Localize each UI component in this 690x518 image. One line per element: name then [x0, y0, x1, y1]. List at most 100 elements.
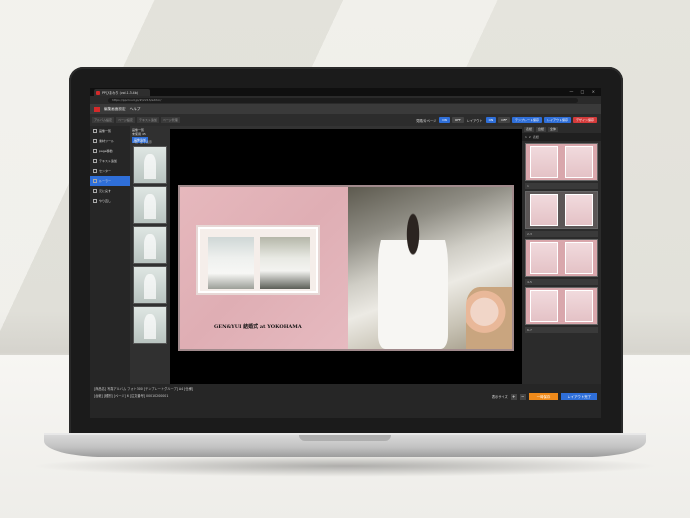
layout-save-button[interactable]: レイアウト保存: [543, 117, 571, 123]
tool-image-list[interactable]: 画像一覧: [90, 126, 130, 136]
album-spread[interactable]: GEN&YUI 結婚式 at YOKOHAMA: [178, 185, 514, 351]
page-panel-tabs: 表紙 台紙 全体: [522, 126, 601, 133]
zoom-label: 表示サイズ: [491, 395, 508, 399]
page-label: 1: [525, 183, 598, 189]
menu-item-help[interactable]: ヘルプ: [130, 107, 141, 112]
photo-slot-right[interactable]: [260, 237, 310, 289]
list-item[interactable]: [133, 306, 167, 344]
tab-mount[interactable]: 台紙: [536, 127, 547, 132]
bride-photo: [378, 209, 448, 349]
flower-bouquet: [466, 287, 512, 349]
image-icon: [93, 129, 97, 133]
zoom-in-button[interactable]: +: [510, 393, 517, 400]
tool-undo[interactable]: 元に戻す: [90, 186, 130, 196]
album-right-page[interactable]: [348, 187, 512, 349]
editor-toolbar: アルバム設定 ページ設定 テキスト追加 ページ管理 見開/片ページ ON OFF…: [90, 114, 601, 126]
album-left-page[interactable]: GEN&YUI 結婚式 at YOKOHAMA: [180, 187, 348, 349]
browser-tab[interactable]: PPひまわり (vol.1.3.4b): [94, 89, 150, 96]
tab-cover[interactable]: 表紙: [524, 127, 535, 132]
page-bar-item[interactable]: 1: [525, 135, 527, 139]
zoom-out-button[interactable]: −: [519, 393, 526, 400]
page-thumb[interactable]: [525, 287, 598, 325]
tab-add-text[interactable]: テキスト追加: [136, 117, 159, 123]
page-bar-item[interactable]: 表紙: [533, 135, 539, 139]
url-field[interactable]: https://ppcloud.jp/#/2213/editor/: [108, 97, 578, 103]
thumb-filters: 1枚 全て表示: [130, 140, 170, 144]
tool-ruler[interactable]: ルーラー: [90, 176, 130, 186]
page-label: 2-3: [525, 231, 598, 237]
status-actions: 表示サイズ + − 一時保存 レイアウト完了: [492, 393, 597, 400]
undo-icon: [93, 189, 97, 193]
toolbar-tabs: アルバム設定 ページ設定 テキスト追加 ページ管理: [92, 117, 180, 123]
temp-save-button[interactable]: 一時保存: [528, 393, 559, 400]
view-off-toggle[interactable]: OFF: [451, 117, 464, 123]
address-bar: https://ppcloud.jp/#/2213/editor/: [90, 96, 601, 104]
page-preview: [565, 242, 594, 274]
favicon-icon: [96, 90, 100, 95]
page-panel-bar: 1 2 表紙: [522, 133, 601, 141]
page-preview: [529, 146, 558, 178]
tool-material[interactable]: 素材ツール: [90, 136, 130, 146]
tab-album-settings[interactable]: アルバム設定: [92, 117, 114, 123]
tab-page-manage[interactable]: ページ管理: [160, 117, 180, 123]
list-item[interactable]: [133, 146, 167, 184]
status-product-info: [商品名] 写真アルバム フォト300 [テンプレートグループ] A4 [仕様]: [94, 387, 193, 391]
ruler-icon: [93, 179, 97, 183]
design-save-button[interactable]: デザイン保存: [572, 117, 597, 123]
material-icon: [93, 139, 97, 143]
move-icon: [93, 149, 97, 153]
layout-on-toggle[interactable]: ON: [485, 117, 497, 123]
app-logo-icon: [94, 106, 100, 112]
base-notch: [299, 435, 391, 441]
menu-item-settings[interactable]: 編集画面設定: [104, 107, 126, 112]
page-list-panel: 表紙 台紙 全体 1 2 表紙 1 2-3 4-5 6-7: [522, 126, 601, 384]
thumb-panel-header: 画像一覧 未使用 45 画像追加: [130, 126, 170, 143]
app-menubar: 編集画面設定 ヘルプ: [90, 104, 601, 114]
page-thumb[interactable]: [525, 191, 598, 229]
page-preview: [565, 290, 594, 322]
filter-all[interactable]: 全て表示: [140, 140, 152, 144]
page-label: 6-7: [525, 327, 598, 333]
tool-add-text[interactable]: テキスト追加: [90, 156, 130, 166]
layout-complete-button[interactable]: レイアウト完了: [561, 393, 597, 400]
page-preview: [529, 194, 558, 226]
status-bar: [商品名] 写真アルバム フォト300 [テンプレートグループ] A4 [仕様]…: [90, 384, 601, 418]
view-mode-label: 見開/片ページ: [416, 118, 437, 123]
layout-label: レイアウト: [466, 118, 483, 123]
list-item[interactable]: [133, 266, 167, 304]
text-icon: [93, 159, 97, 163]
redo-icon: [93, 199, 97, 203]
laptop-base: [44, 435, 646, 457]
image-thumbnail-panel: 画像一覧 未使用 45 画像追加 1枚 全て表示: [130, 126, 170, 384]
photo-slot-left[interactable]: [208, 237, 254, 289]
tool-page-move[interactable]: page移動: [90, 146, 130, 156]
page-label: 4-5: [525, 279, 598, 285]
laptop-shadow: [30, 455, 660, 477]
template-save-button[interactable]: テンプレート保存: [512, 117, 542, 123]
thumb-unused-count: 未使用 45: [132, 132, 146, 136]
page-thumb[interactable]: [525, 239, 598, 277]
page-thumb[interactable]: [525, 143, 598, 181]
center-icon: [93, 169, 97, 173]
filter-single[interactable]: 1枚: [133, 140, 138, 144]
tab-page-settings[interactable]: ページ設定: [115, 117, 135, 123]
page-preview: [565, 194, 594, 226]
page-preview: [529, 242, 558, 274]
browser-tab-bar: PPひまわり (vol.1.3.4b) — □ ×: [90, 88, 601, 96]
layout-off-toggle[interactable]: OFF: [498, 117, 511, 123]
toolbar-right: 見開/片ページ ON OFF レイアウト ON OFF テンプレート保存 レイア…: [415, 117, 597, 123]
page-bar-item[interactable]: 2: [529, 135, 531, 139]
tab-all[interactable]: 全体: [548, 127, 559, 132]
list-item[interactable]: [133, 226, 167, 264]
tool-center[interactable]: センター: [90, 166, 130, 176]
window-controls[interactable]: — □ ×: [569, 89, 598, 94]
page-preview: [565, 146, 594, 178]
page-preview: [529, 290, 558, 322]
view-on-toggle[interactable]: ON: [439, 117, 450, 123]
left-tool-panel: 画像一覧 素材ツール page移動 テキスト追加 センター ルーラー 元に戻す …: [90, 126, 130, 384]
tool-redo[interactable]: やり直し: [90, 196, 130, 206]
canvas-ruler: [170, 126, 522, 129]
list-item[interactable]: [133, 186, 167, 224]
browser-tab-title: PPひまわり (vol.1.3.4b): [102, 91, 138, 95]
album-title-text[interactable]: GEN&YUI 結婚式 at YOKOHAMA: [214, 323, 302, 330]
